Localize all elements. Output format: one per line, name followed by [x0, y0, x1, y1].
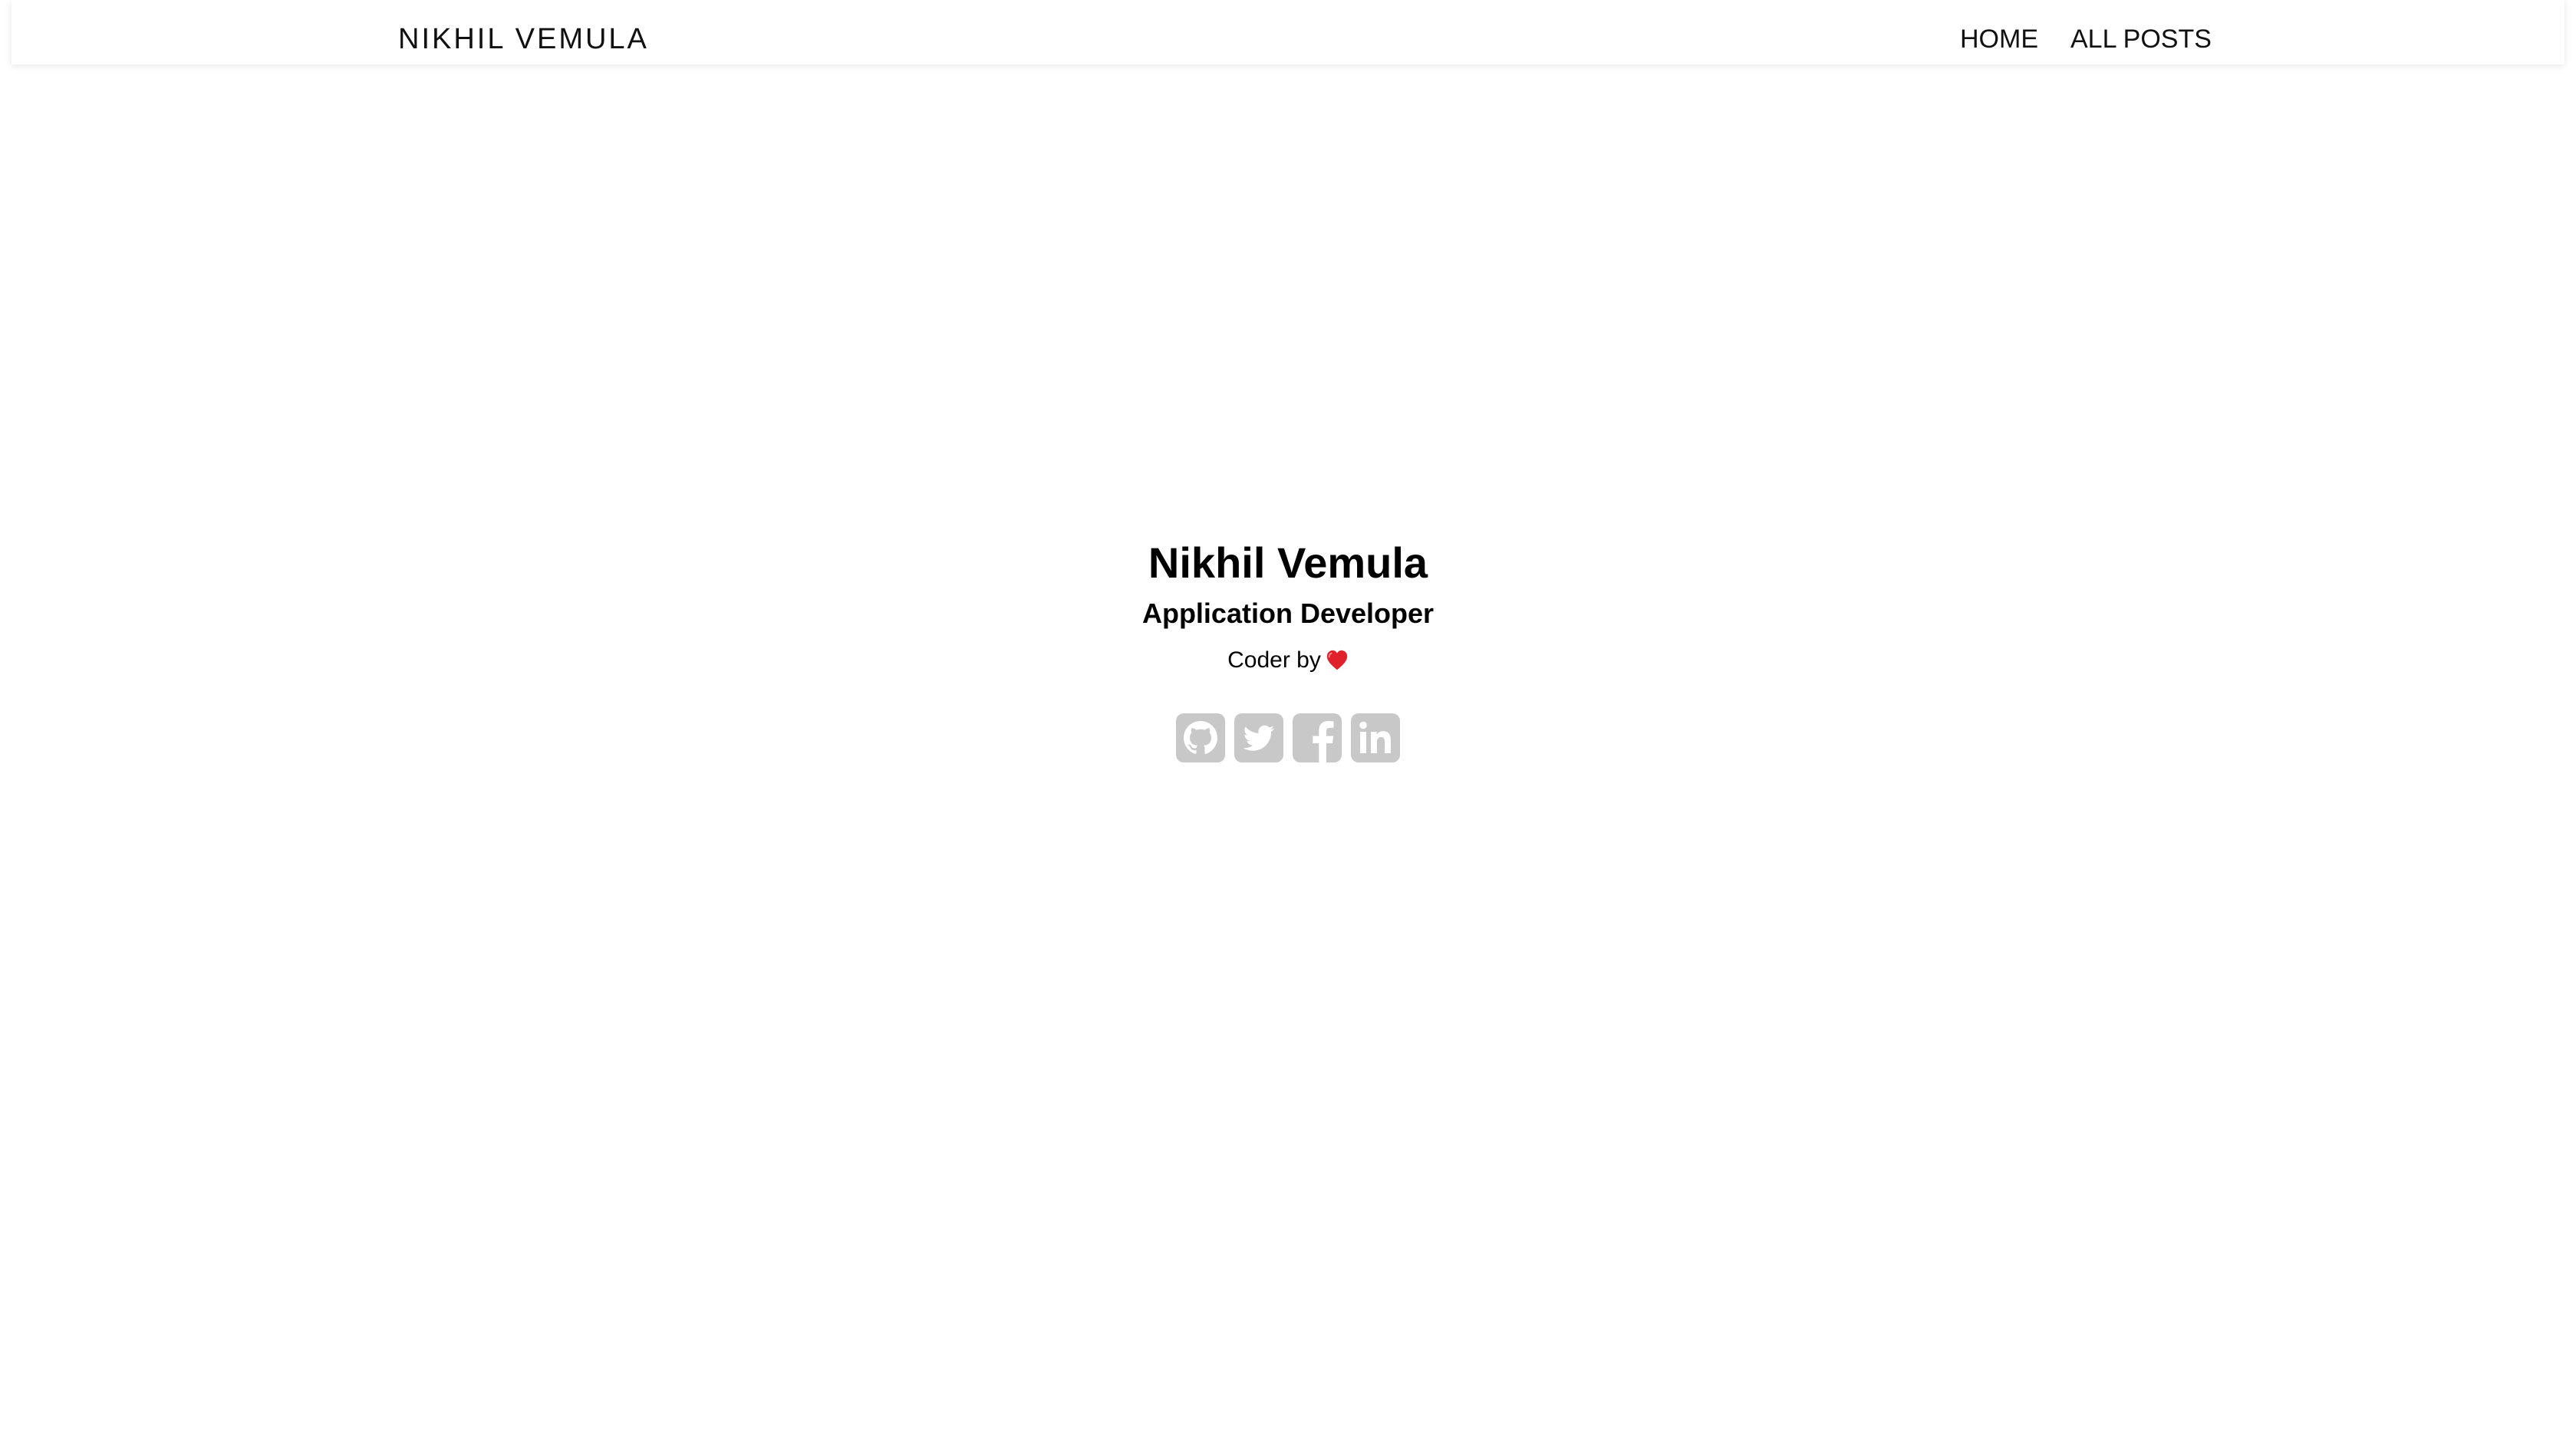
- linkedin-link[interactable]: [1351, 713, 1400, 762]
- nav-home[interactable]: HOME: [1960, 25, 2038, 54]
- hero-tagline-text: Coder by: [1227, 647, 1321, 673]
- heart-icon: [1326, 650, 1347, 670]
- hero-tagline: Coder by: [1227, 644, 1349, 677]
- github-icon: [1176, 713, 1225, 762]
- hero-name: Nikhil Vemula: [1148, 538, 1428, 587]
- facebook-icon: [1293, 713, 1342, 762]
- github-link[interactable]: [1176, 713, 1225, 762]
- nav-all-posts[interactable]: ALL POSTS: [2070, 25, 2212, 54]
- twitter-link[interactable]: [1234, 713, 1283, 762]
- hero: Nikhil Vemula Application Developer Code…: [0, 537, 2576, 762]
- facebook-link[interactable]: [1293, 713, 1342, 762]
- linkedin-icon: [1351, 713, 1400, 762]
- navbar: NIKHIL VEMULA HOME ALL POSTS: [12, 0, 2564, 64]
- social-links: [0, 713, 2576, 762]
- nav-links: HOME ALL POSTS: [1960, 0, 2212, 64]
- twitter-icon: [1234, 713, 1283, 762]
- hero-role: Application Developer: [1141, 598, 1435, 630]
- brand-link[interactable]: NIKHIL VEMULA: [398, 0, 649, 64]
